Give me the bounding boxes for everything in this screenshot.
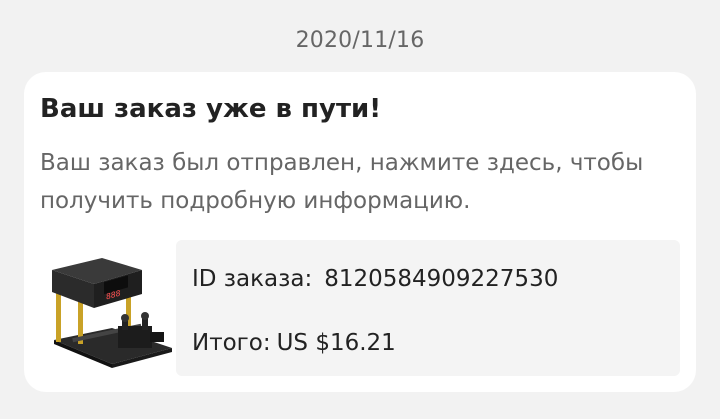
order-total-value: US $16.21 (276, 330, 396, 356)
order-id-row: ID заказа: 8120584909227530 (192, 266, 558, 292)
chronograph-device-icon: 888 (52, 258, 172, 368)
order-id-value: 8120584909227530 (324, 266, 559, 292)
order-info-box[interactable]: ID заказа: 8120584909227530 Итого: US $16.… (176, 240, 680, 376)
order-notification-card[interactable]: Ваш заказ уже в пути! Ваш заказ был отпр… (24, 72, 696, 392)
message-date: 2020/11/16 (295, 28, 425, 53)
notification-description[interactable]: Ваш заказ был отправлен, нажмите здесь, … (40, 144, 680, 220)
product-thumbnail[interactable]: 888 (42, 240, 176, 374)
order-total-row: Итого: US $16.21 (192, 330, 396, 356)
order-total-label: Итого: (192, 330, 271, 356)
notification-title: Ваш заказ уже в пути! (40, 94, 382, 124)
order-id-label: ID заказа: (192, 266, 313, 292)
